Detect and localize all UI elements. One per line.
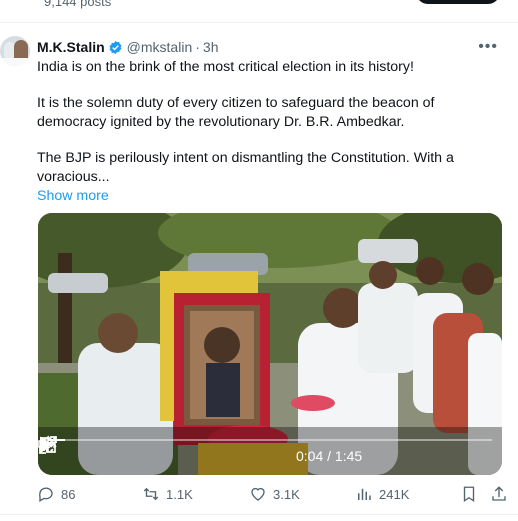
tweet[interactable]: M.K.Stalin @mkstalin · 3h ••• India is o… [0,26,518,515]
verified-badge-icon [109,40,122,54]
follow-button[interactable] [416,0,500,4]
reply-button[interactable]: 86 [37,485,75,503]
tweet-actions: 86 1.1K 3.1K 241K [37,483,507,507]
tweet-paragraph: India is on the brink of the most critic… [37,59,414,75]
profile-header-bar: 9,144 posts [0,0,518,23]
bookmark-icon [463,486,475,503]
tweet-paragraph: The BJP is perilously intent on dismantl… [37,150,454,185]
heart-icon [251,487,265,501]
repost-button[interactable]: 1.1K [142,485,193,503]
views-bar-chart-icon [358,488,371,500]
repost-count: 1.1K [166,486,193,502]
video-controls: 0:04 / 1:45 [38,435,502,475]
header-separator: · [195,39,200,55]
show-more-link[interactable]: Show more [37,187,507,206]
tweet-text: India is on the brink of the most critic… [37,58,507,206]
share-icon [492,486,506,501]
more-options-icon[interactable]: ••• [478,38,498,56]
fullscreen-icon[interactable] [38,435,58,455]
timestamp[interactable]: 3h [203,39,219,55]
bookmark-button[interactable] [460,485,484,503]
like-button[interactable]: 3.1K [249,485,300,503]
reply-icon [38,487,53,502]
author-handle[interactable]: @mkstalin [127,39,193,55]
video-timecode: 0:04 / 1:45 [296,448,363,464]
views-button[interactable]: 241K [355,485,409,503]
video-progress-bar[interactable] [48,439,492,441]
video-player[interactable]: 0:04 / 1:45 [38,213,502,475]
repost-icon [143,487,159,501]
view-count: 241K [379,486,410,502]
share-button[interactable] [490,485,514,503]
tweet-header: M.K.Stalin @mkstalin · 3h [37,38,218,56]
reply-count: 86 [61,486,76,502]
posts-count: 9,144 posts [44,0,112,9]
author-name[interactable]: M.K.Stalin [37,39,105,55]
tweet-paragraph: It is the solemn duty of every citizen t… [37,95,435,130]
like-count: 3.1K [273,486,300,502]
avatar[interactable] [0,36,30,66]
